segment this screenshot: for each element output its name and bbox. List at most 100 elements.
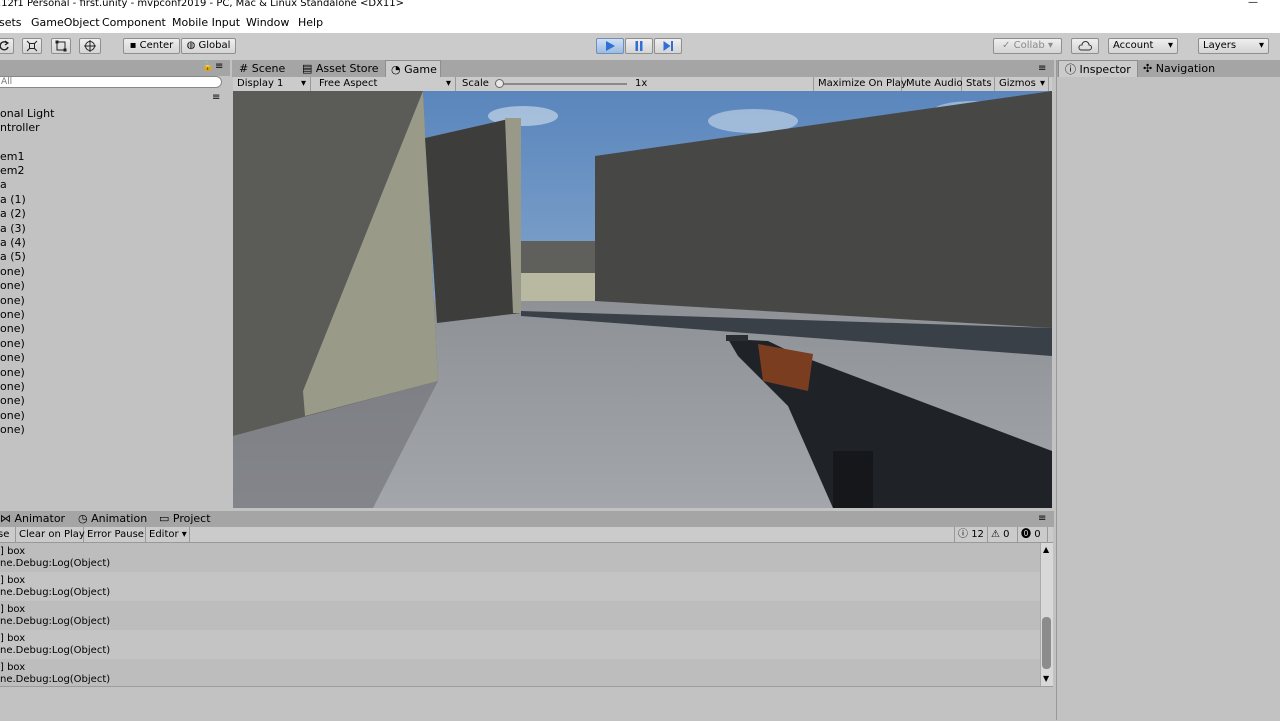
rotate-icon [0, 40, 10, 51]
error-pause-toggle[interactable]: Error Pause [84, 527, 146, 542]
hierarchy-item[interactable]: em2 [0, 164, 24, 177]
scale-tool-button[interactable] [22, 38, 42, 54]
hierarchy-item[interactable]: one) [0, 351, 25, 364]
hierarchy-item[interactable]: a (1) [0, 193, 26, 206]
hierarchy-item[interactable]: a (3) [0, 222, 26, 235]
minimize-button[interactable]: — [1248, 0, 1258, 8]
scrollbar-thumb[interactable] [1042, 617, 1051, 669]
hierarchy-item[interactable]: a (2) [0, 207, 26, 220]
hierarchy-item[interactable]: one) [0, 394, 25, 407]
editor-dropdown[interactable]: Editor ▾ [146, 527, 190, 542]
pause-button[interactable] [625, 38, 653, 54]
step-icon [663, 41, 673, 51]
clear-button[interactable]: se [0, 527, 16, 542]
log-entry[interactable]: ] box ne.Debug:Log(Object) [0, 659, 1040, 688]
menu-gameobject[interactable]: GameObject [31, 16, 100, 29]
hierarchy-item[interactable]: one) [0, 279, 25, 292]
hierarchy-item[interactable]: one) [0, 265, 25, 278]
tab-asset-store-label: Asset Store [315, 62, 379, 75]
hierarchy-item[interactable]: a (4) [0, 236, 26, 249]
log-entry[interactable]: ] box ne.Debug:Log(Object) [0, 543, 1040, 572]
tab-animator[interactable]: ⋈ Animator [0, 511, 70, 527]
console-log-list: ] box ne.Debug:Log(Object) ] box ne.Debu… [0, 543, 1053, 688]
layers-dropdown[interactable]: Layers ▾ [1198, 38, 1269, 54]
panel-menu-icon[interactable]: ≡ [1038, 513, 1046, 524]
chevron-down-icon: ▾ [445, 78, 451, 89]
console-toolbar: se Clear on Play Error Pause Editor ▾ ⓘ … [0, 527, 1053, 543]
hierarchy-item[interactable]: one) [0, 380, 25, 393]
hierarchy-item[interactable]: onal Light [0, 107, 54, 120]
cloud-button[interactable] [1071, 38, 1099, 54]
hierarchy-item[interactable]: one) [0, 423, 25, 436]
chevron-down-icon: ▾ [1039, 78, 1045, 89]
hierarchy-item[interactable]: ntroller [0, 121, 40, 134]
log-message: ] box [0, 604, 26, 615]
warning-count: 0 [1003, 529, 1010, 540]
lock-icon[interactable]: 🔒 [202, 62, 213, 72]
transform-tool-button[interactable] [79, 38, 101, 54]
console-scrollbar[interactable]: ▲ ▼ [1040, 543, 1053, 686]
rect-tool-button[interactable] [51, 38, 71, 54]
scale-slider-thumb[interactable] [495, 79, 504, 88]
tab-inspector[interactable]: ⓘ Inspector [1058, 60, 1138, 77]
menu-component[interactable]: Component [102, 16, 166, 29]
play-button[interactable] [596, 38, 624, 54]
panel-menu-icon[interactable]: ≡ [215, 61, 223, 72]
aspect-dropdown[interactable]: Free Aspect ▾ [313, 77, 456, 91]
stats-toggle[interactable]: Stats [962, 77, 995, 91]
hierarchy-item[interactable]: a (5) [0, 250, 26, 263]
hierarchy-item[interactable]: one) [0, 337, 25, 350]
tab-asset-store[interactable]: ▤ Asset Store [302, 60, 384, 77]
space-global-button[interactable]: ◍ Global [181, 38, 236, 54]
hierarchy-item[interactable]: em1 [0, 150, 24, 163]
tab-game[interactable]: ◔ Game [385, 60, 441, 77]
tab-animation[interactable]: ◷ Animation [78, 511, 150, 527]
pivot-center-button[interactable]: ▪ Center [123, 38, 180, 54]
menu-window[interactable]: Window [246, 16, 289, 29]
log-stacktrace: ne.Debug:Log(Object) [0, 558, 111, 569]
log-message: ] box [0, 633, 26, 644]
warning-count-toggle[interactable]: ⚠ 0 [988, 527, 1018, 542]
hierarchy-create-icon[interactable]: ≡ [212, 92, 220, 103]
tab-inspector-label: Inspector [1079, 63, 1131, 76]
layers-label: Layers [1203, 40, 1237, 51]
maximize-on-play-toggle[interactable]: Maximize On Play [813, 77, 907, 91]
scale-slider-track[interactable] [495, 79, 627, 88]
log-entry[interactable]: ] box ne.Debug:Log(Object) [0, 572, 1040, 601]
tab-project[interactable]: ▭ Project [159, 511, 219, 527]
mute-audio-toggle[interactable]: Mute Audio [902, 77, 963, 91]
hierarchy-item[interactable]: one) [0, 366, 25, 379]
hierarchy-item[interactable]: one) [0, 294, 25, 307]
scale-value: 1x [635, 78, 648, 89]
tab-scene[interactable]: # Scene [239, 60, 299, 77]
menu-assets[interactable]: sets [0, 16, 22, 29]
collab-button[interactable]: ✓ Collab ▾ [993, 38, 1062, 54]
chevron-down-icon: ▾ [1258, 40, 1264, 51]
log-entry[interactable]: ] box ne.Debug:Log(Object) [0, 601, 1040, 630]
step-button[interactable] [654, 38, 682, 54]
tab-project-label: Project [172, 512, 211, 525]
menu-mobile-input[interactable]: Mobile Input [172, 16, 240, 29]
menu-help[interactable]: Help [298, 16, 323, 29]
game-viewport[interactable] [233, 91, 1052, 508]
error-count-toggle[interactable]: ⓿ 0 [1018, 527, 1048, 542]
clear-on-play-toggle[interactable]: Clear on Play [16, 527, 85, 542]
display-dropdown[interactable]: Display 1 ▾ [233, 77, 311, 91]
log-count-toggle[interactable]: ⓘ 12 [954, 527, 988, 542]
gizmos-dropdown[interactable]: Gizmos ▾ [995, 77, 1049, 91]
hierarchy-item[interactable]: one) [0, 322, 25, 335]
rotate-tool-button[interactable] [0, 38, 14, 54]
hierarchy-item[interactable]: one) [0, 409, 25, 422]
grid-icon: # [239, 62, 249, 75]
account-dropdown[interactable]: Account ▾ [1108, 38, 1178, 54]
hierarchy-item[interactable]: a [0, 178, 7, 191]
account-label: Account [1113, 40, 1154, 51]
tab-navigation[interactable]: ✣ Navigation [1143, 60, 1233, 77]
tab-game-label: Game [404, 63, 437, 76]
scroll-down-icon[interactable]: ▼ [1043, 674, 1049, 683]
hierarchy-search-input[interactable]: All [0, 76, 222, 88]
panel-menu-icon[interactable]: ≡ [1038, 63, 1046, 74]
hierarchy-item[interactable]: one) [0, 308, 25, 321]
log-entry[interactable]: ] box ne.Debug:Log(Object) [0, 630, 1040, 659]
scroll-up-icon[interactable]: ▲ [1043, 545, 1049, 554]
